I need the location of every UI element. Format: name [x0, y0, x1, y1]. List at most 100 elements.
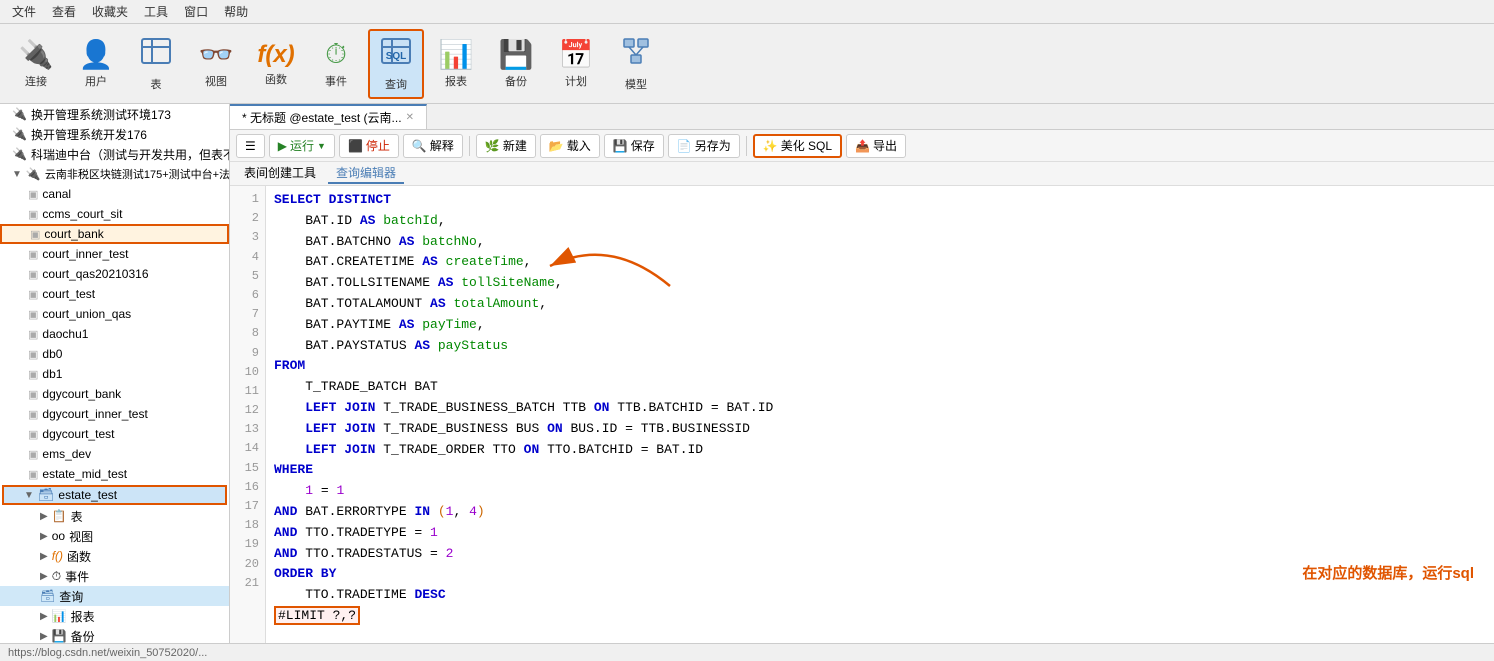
tool-report-label: 报表: [445, 73, 467, 89]
main-toolbar: 🔌 连接 👤 用户 表 👓 视图 f(x) 函数 ⏱ 事件 SQL 查询 📊 报…: [0, 24, 1494, 104]
menu-file[interactable]: 文件: [4, 1, 44, 22]
model-icon: [620, 35, 652, 74]
sidebar-sub-function[interactable]: ▶ f() 函数: [0, 546, 229, 566]
sidebar-item-env176[interactable]: 🔌 换开管理系统开发176: [0, 124, 229, 144]
sub-tab-create[interactable]: 表间创建工具: [236, 163, 324, 184]
report-icon2: 📊: [52, 609, 67, 623]
menu-favorites[interactable]: 收藏夹: [84, 1, 136, 22]
beautify-btn[interactable]: ✨ 美化 SQL: [753, 134, 842, 158]
tool-function-label: 函数: [265, 71, 287, 87]
event-icon2: ⏱: [52, 569, 61, 584]
chevron-right-icon2: ▶: [40, 531, 48, 542]
tab-bar: * 无标题 @estate_test (云南... ✕: [230, 104, 1494, 130]
new-btn[interactable]: 🌿 新建: [476, 134, 536, 158]
sidebar-db-canal[interactable]: ▣ canal: [0, 184, 229, 204]
connect-icon: 🔌: [19, 38, 54, 71]
new-label: 新建: [503, 137, 527, 154]
run-btn[interactable]: ▶ 运行 ▼: [269, 134, 335, 158]
sidebar-db-court-qas[interactable]: ▣ court_qas20210316: [0, 264, 229, 284]
stop-icon: ⬛: [348, 139, 363, 153]
svg-text:SQL: SQL: [386, 51, 407, 62]
sub-tab-editor[interactable]: 查询编辑器: [328, 163, 404, 184]
sidebar-sub-backup[interactable]: ▶ 💾 备份: [0, 626, 229, 643]
sidebar-sub-view[interactable]: ▶ oo 视图: [0, 526, 229, 546]
sidebar-db-ccms[interactable]: ▣ ccms_court_sit: [0, 204, 229, 224]
tool-event[interactable]: ⏱ 事件: [308, 29, 364, 99]
sidebar-sub-query[interactable]: 🗃 查询: [0, 586, 229, 606]
beautify-label: 美化 SQL: [781, 137, 832, 154]
backup-icon2: 💾: [52, 629, 67, 643]
sidebar-db-dgycourt-inner[interactable]: ▣ dgycourt_inner_test: [0, 404, 229, 424]
query-tab[interactable]: * 无标题 @estate_test (云南... ✕: [230, 104, 427, 129]
sep2: [746, 136, 747, 156]
tool-user[interactable]: 👤 用户: [68, 29, 124, 99]
explain-btn[interactable]: 🔍 解释: [403, 134, 463, 158]
explain-icon: 🔍: [412, 139, 427, 153]
tool-connect[interactable]: 🔌 连接: [8, 29, 64, 99]
chevron-right-icon: ▶: [40, 511, 48, 522]
sidebar-db-court-test[interactable]: ▣ court_test: [0, 284, 229, 304]
load-btn[interactable]: 📂 载入: [540, 134, 600, 158]
sidebar-db-estate-mid[interactable]: ▣ estate_mid_test: [0, 464, 229, 484]
sidebar-sub-event[interactable]: ▶ ⏱ 事件: [0, 566, 229, 586]
db-icon8: ▣: [28, 328, 38, 341]
tool-report[interactable]: 📊 报表: [428, 29, 484, 99]
export-btn[interactable]: 📤 导出: [846, 134, 906, 158]
db-icon15: ▣: [28, 468, 38, 481]
db-icon2: ▣: [28, 208, 38, 221]
save-icon: 💾: [613, 139, 628, 153]
menu-window[interactable]: 窗口: [176, 1, 216, 22]
run-icon: ▶: [278, 139, 287, 153]
db-icon11: ▣: [28, 388, 38, 401]
sidebar-db-dgycourt-bank[interactable]: ▣ dgycourt_bank: [0, 384, 229, 404]
hamburger-menu-btn[interactable]: ☰: [236, 134, 265, 158]
load-label: 载入: [567, 137, 591, 154]
sidebar-db-dgycourt-test[interactable]: ▣ dgycourt_test: [0, 424, 229, 444]
tool-table-label: 表: [151, 76, 162, 92]
connection-icon4: 🔌: [26, 167, 41, 181]
menu-bar: 文件 查看 收藏夹 工具 窗口 帮助: [0, 0, 1494, 24]
sidebar-db-db0[interactable]: ▣ db0: [0, 344, 229, 364]
stop-btn[interactable]: ⬛ 停止: [339, 134, 399, 158]
tool-function[interactable]: f(x) 函数: [248, 29, 304, 99]
sidebar-sub-table[interactable]: ▶ 📋 表: [0, 506, 229, 526]
sidebar-db-estate-test[interactable]: ▼ 🗃 estate_test: [2, 485, 227, 505]
tool-schedule-label: 计划: [565, 73, 587, 89]
tool-table[interactable]: 表: [128, 29, 184, 99]
save-btn[interactable]: 💾 保存: [604, 134, 664, 158]
sidebar-db-ems-dev[interactable]: ▣ ems_dev: [0, 444, 229, 464]
query-toolbar: ☰ ▶ 运行 ▼ ⬛ 停止 🔍 解释 🌿 新建 📂 载入: [230, 130, 1494, 162]
schedule-icon: 📅: [559, 38, 594, 71]
table-icon2: 📋: [52, 509, 67, 523]
connection-icon: 🔌: [12, 107, 27, 121]
sidebar-sub-report[interactable]: ▶ 📊 报表: [0, 606, 229, 626]
content-area: * 无标题 @estate_test (云南... ✕ ☰ ▶ 运行 ▼ ⬛ 停…: [230, 104, 1494, 643]
tool-view[interactable]: 👓 视图: [188, 29, 244, 99]
menu-view[interactable]: 查看: [44, 1, 84, 22]
close-tab-icon[interactable]: ✕: [406, 112, 414, 123]
tool-event-label: 事件: [325, 73, 347, 89]
sidebar-db-daochu1[interactable]: ▣ daochu1: [0, 324, 229, 344]
db-icon16: 🗃: [38, 487, 55, 503]
tool-schedule[interactable]: 📅 计划: [548, 29, 604, 99]
sidebar-db-court-inner[interactable]: ▣ court_inner_test: [0, 244, 229, 264]
chevron-right-icon4: ▶: [40, 571, 48, 582]
tool-connect-label: 连接: [25, 73, 47, 89]
chevron-right-icon6: ▶: [40, 631, 48, 642]
menu-help[interactable]: 帮助: [216, 1, 256, 22]
save-as-btn[interactable]: 📄 另存为: [668, 134, 740, 158]
sidebar-item-ketaidi[interactable]: 🔌 科瑞迪中台（测试与开发共用，但表不同）: [0, 144, 229, 164]
tool-backup[interactable]: 💾 备份: [488, 29, 544, 99]
red-arrow-annotation: [530, 226, 690, 309]
function-icon2: f(): [52, 549, 63, 563]
tool-model[interactable]: 模型: [608, 29, 664, 99]
sidebar-item-env173[interactable]: 🔌 换开管理系统测试环境173: [0, 104, 229, 124]
db-icon12: ▣: [28, 408, 38, 421]
sidebar-db-court-bank[interactable]: ▣ court_bank: [0, 224, 229, 244]
tool-query[interactable]: SQL 查询: [368, 29, 424, 99]
status-bar: https://blog.csdn.net/weixin_50752020/..…: [0, 643, 1494, 661]
sidebar-db-db1[interactable]: ▣ db1: [0, 364, 229, 384]
sidebar-db-court-union[interactable]: ▣ court_union_qas: [0, 304, 229, 324]
menu-tools[interactable]: 工具: [136, 1, 176, 22]
sidebar-item-yunnan[interactable]: ▼ 🔌 云南非税区块链测试175+测试中台+法院案款: [0, 164, 229, 184]
